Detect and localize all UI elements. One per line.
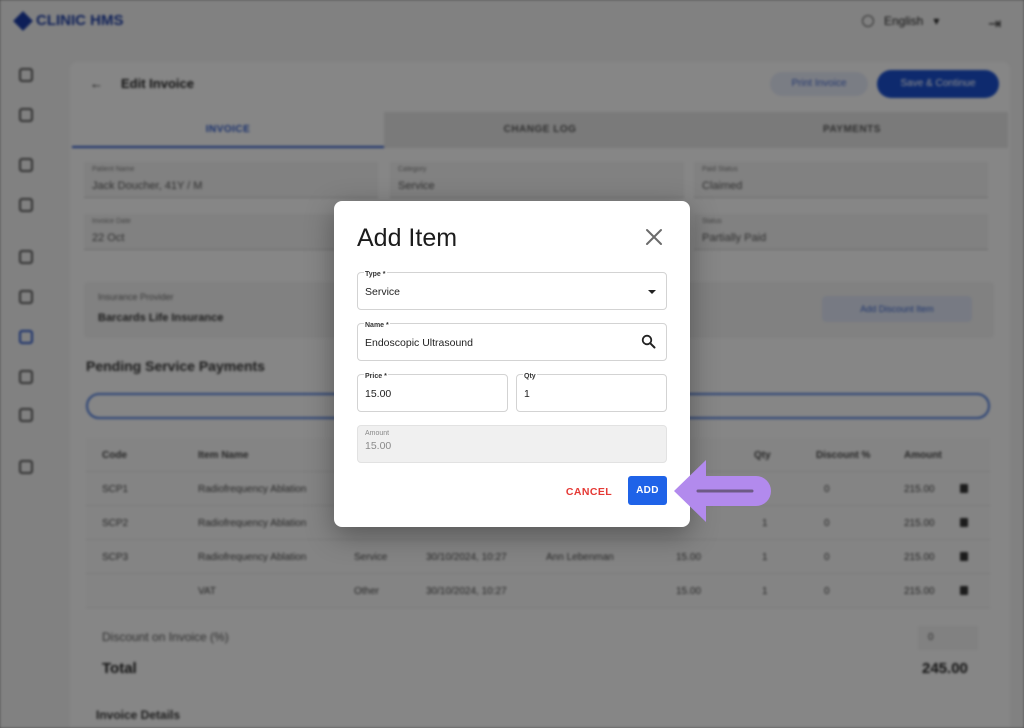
add-button[interactable]: ADD bbox=[628, 476, 667, 505]
search-icon[interactable] bbox=[641, 334, 656, 354]
name-label: Name * bbox=[364, 320, 390, 332]
dropdown-arrow-icon bbox=[648, 284, 656, 294]
amount-value: 15.00 bbox=[365, 440, 392, 452]
type-value: Service bbox=[365, 286, 401, 298]
qty-value[interactable]: 1 bbox=[524, 388, 654, 400]
amount-field: Amount 15.00 bbox=[357, 425, 667, 463]
price-label: Price * bbox=[364, 371, 388, 383]
name-value[interactable]: Endoscopic Ultrasound bbox=[365, 337, 625, 349]
close-button[interactable] bbox=[642, 225, 666, 249]
dialog-title: Add Item bbox=[357, 224, 458, 252]
price-field[interactable]: Price * 15.00 bbox=[357, 371, 508, 412]
name-field[interactable]: Name * Endoscopic Ultrasound bbox=[357, 320, 667, 361]
qty-field[interactable]: Qty 1 bbox=[516, 371, 667, 412]
qty-label: Qty bbox=[523, 371, 537, 383]
type-select[interactable]: Type * Service bbox=[357, 269, 667, 310]
type-label: Type * bbox=[364, 269, 387, 281]
close-icon bbox=[646, 229, 662, 245]
cancel-button[interactable]: CANCEL bbox=[563, 480, 615, 504]
pointer-arrow-icon bbox=[672, 458, 774, 529]
price-value[interactable]: 15.00 bbox=[365, 388, 495, 400]
amount-label: Amount bbox=[365, 430, 390, 437]
add-item-dialog: Add Item Type * Service Name * Endoscopi… bbox=[334, 201, 690, 527]
